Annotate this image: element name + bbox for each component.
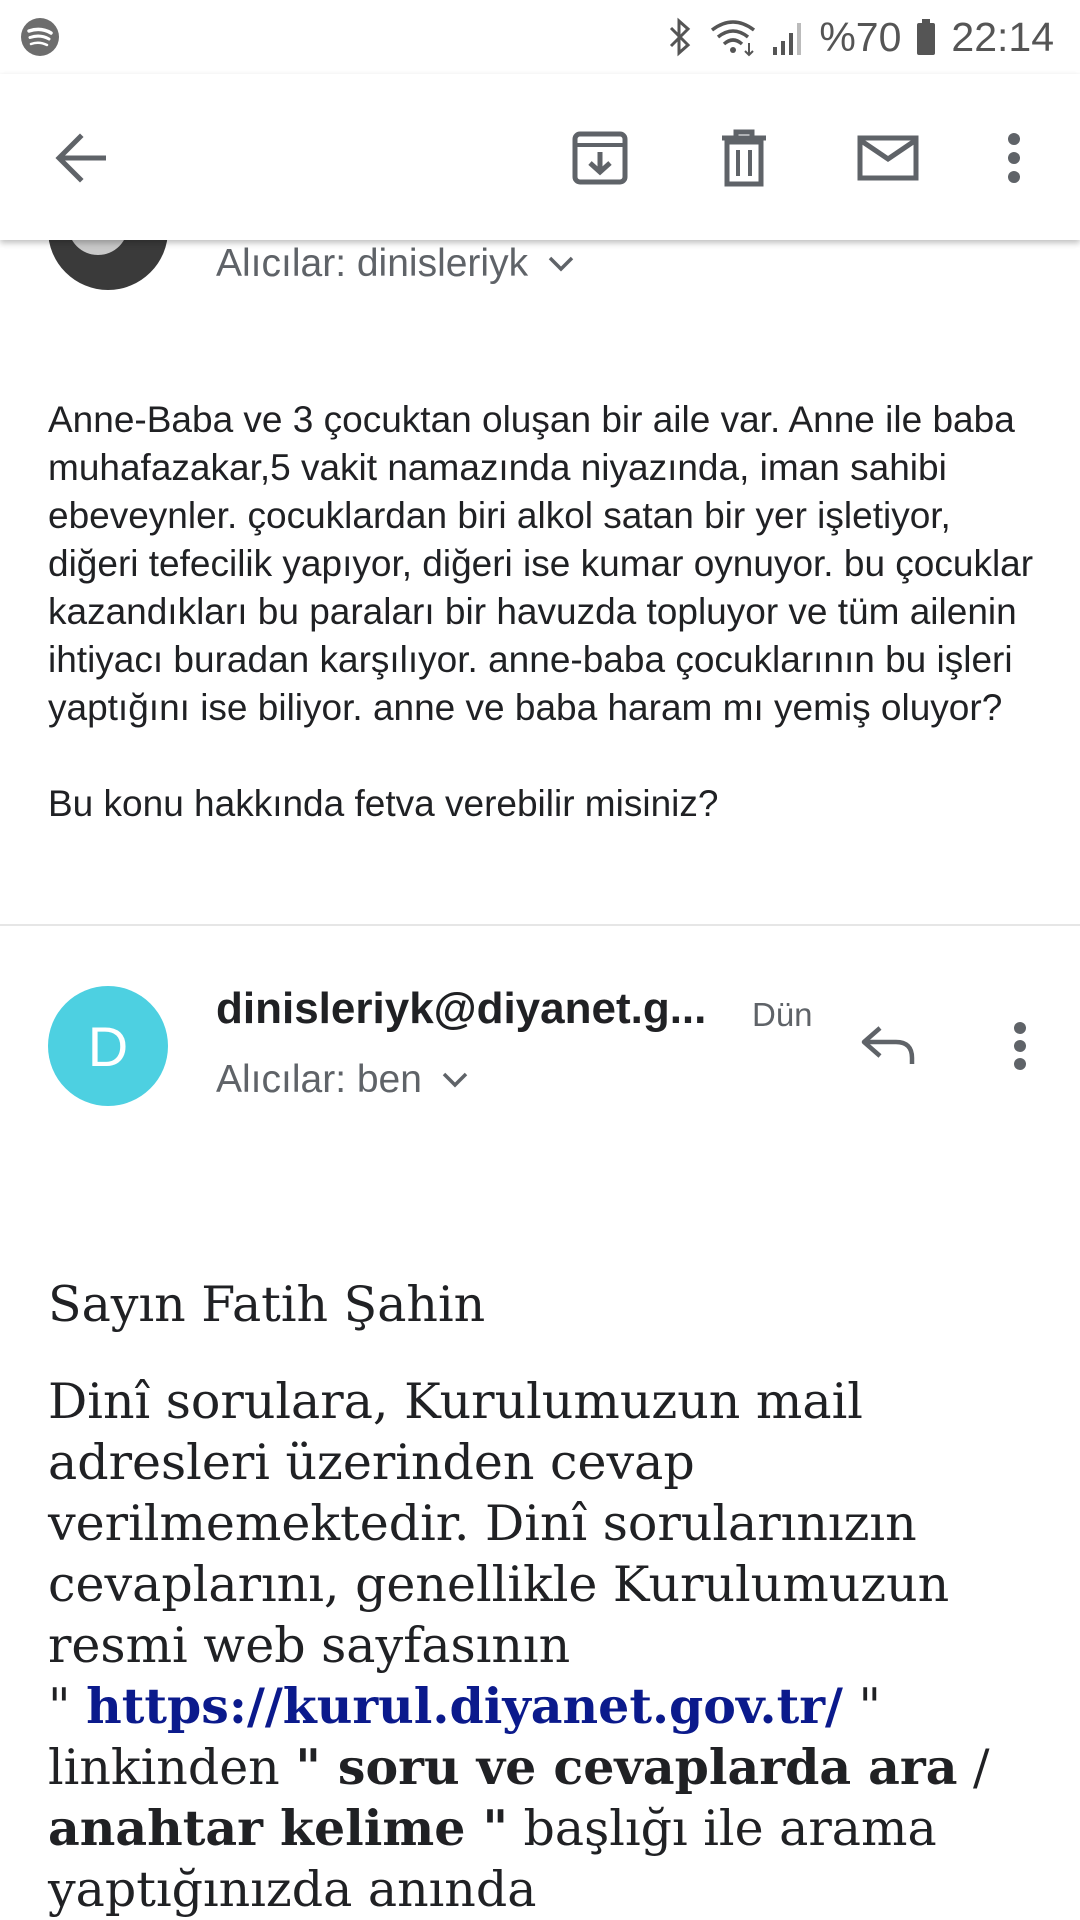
more-vert-icon: [1008, 133, 1020, 183]
message2-recipients[interactable]: Alıcılar: ben: [216, 1058, 470, 1102]
greeting: Sayın Fatih Şahin: [48, 1276, 486, 1333]
message2-paragraph: Dinî sorulara, Kurulumuzun mail adresler…: [48, 1371, 1048, 1920]
back-arrow-icon: [55, 133, 106, 183]
message-more-button[interactable]: [1000, 1006, 1040, 1086]
message2-body: Sayın Fatih Şahin Dinî sorulara, Kurulum…: [48, 1274, 1048, 1920]
body-text: Dinî sorulara, Kurulumuzun mail adresler…: [48, 1373, 950, 1674]
mark-unread-button[interactable]: [848, 118, 928, 198]
avatar-letter: D: [87, 1014, 129, 1078]
reply-button[interactable]: [848, 1006, 928, 1086]
reply-icon: [861, 1026, 915, 1064]
bluetooth-icon: [665, 17, 695, 57]
message1-paragraph: Bu konu hakkında fetva verebilir misiniz…: [48, 783, 719, 824]
battery-icon: [915, 17, 937, 57]
chevron-down-icon[interactable]: [546, 254, 576, 274]
delete-icon: [722, 129, 766, 187]
quote-mark: ": [48, 1678, 87, 1735]
chevron-down-icon[interactable]: [440, 1070, 470, 1090]
message1-paragraph: Anne-Baba ve 3 çocuktan oluşan bir aile …: [48, 399, 1034, 728]
message-date: Dün: [752, 996, 813, 1033]
bold-text: anahtar kelime ": [48, 1799, 508, 1857]
slash-text: /: [957, 1739, 990, 1796]
toolbar: [0, 74, 1080, 240]
status-bar: %70 22:14: [0, 0, 1080, 74]
recipients-label: Alıcılar: dinisleriyk: [216, 242, 529, 285]
recipients-label: Alıcılar: ben: [216, 1058, 422, 1101]
more-options-button[interactable]: [974, 118, 1054, 198]
quote-mark: ": [842, 1678, 882, 1735]
spotify-icon: [20, 17, 60, 57]
more-vert-icon: [1014, 1022, 1026, 1070]
back-button[interactable]: [42, 118, 122, 198]
delete-button[interactable]: [704, 118, 784, 198]
kurul-link[interactable]: https://kurul.diyanet.gov.tr/: [86, 1677, 843, 1735]
bold-text: " soru ve cevaplarda ara: [295, 1738, 958, 1796]
message1-body: Anne-Baba ve 3 çocuktan oluşan bir aile …: [48, 396, 1038, 828]
sender-name: dinisleriyk@diyanet.g...: [216, 984, 707, 1033]
email-thread: Alıcılar: dinisleriyk Anne-Baba ve 3 çoc…: [0, 0, 1080, 1920]
signal-icon: [771, 17, 805, 57]
archive-icon: [572, 131, 628, 185]
mail-icon: [857, 135, 919, 181]
archive-button[interactable]: [560, 118, 640, 198]
body-text: linkinden: [48, 1739, 296, 1796]
clock: 22:14: [951, 13, 1054, 60]
sender-avatar[interactable]: D: [48, 986, 168, 1106]
divider: [0, 924, 1080, 926]
wifi-icon: [709, 17, 757, 57]
message1-recipients[interactable]: Alıcılar: dinisleriyk: [216, 242, 576, 286]
battery-percent: %70: [819, 13, 902, 60]
